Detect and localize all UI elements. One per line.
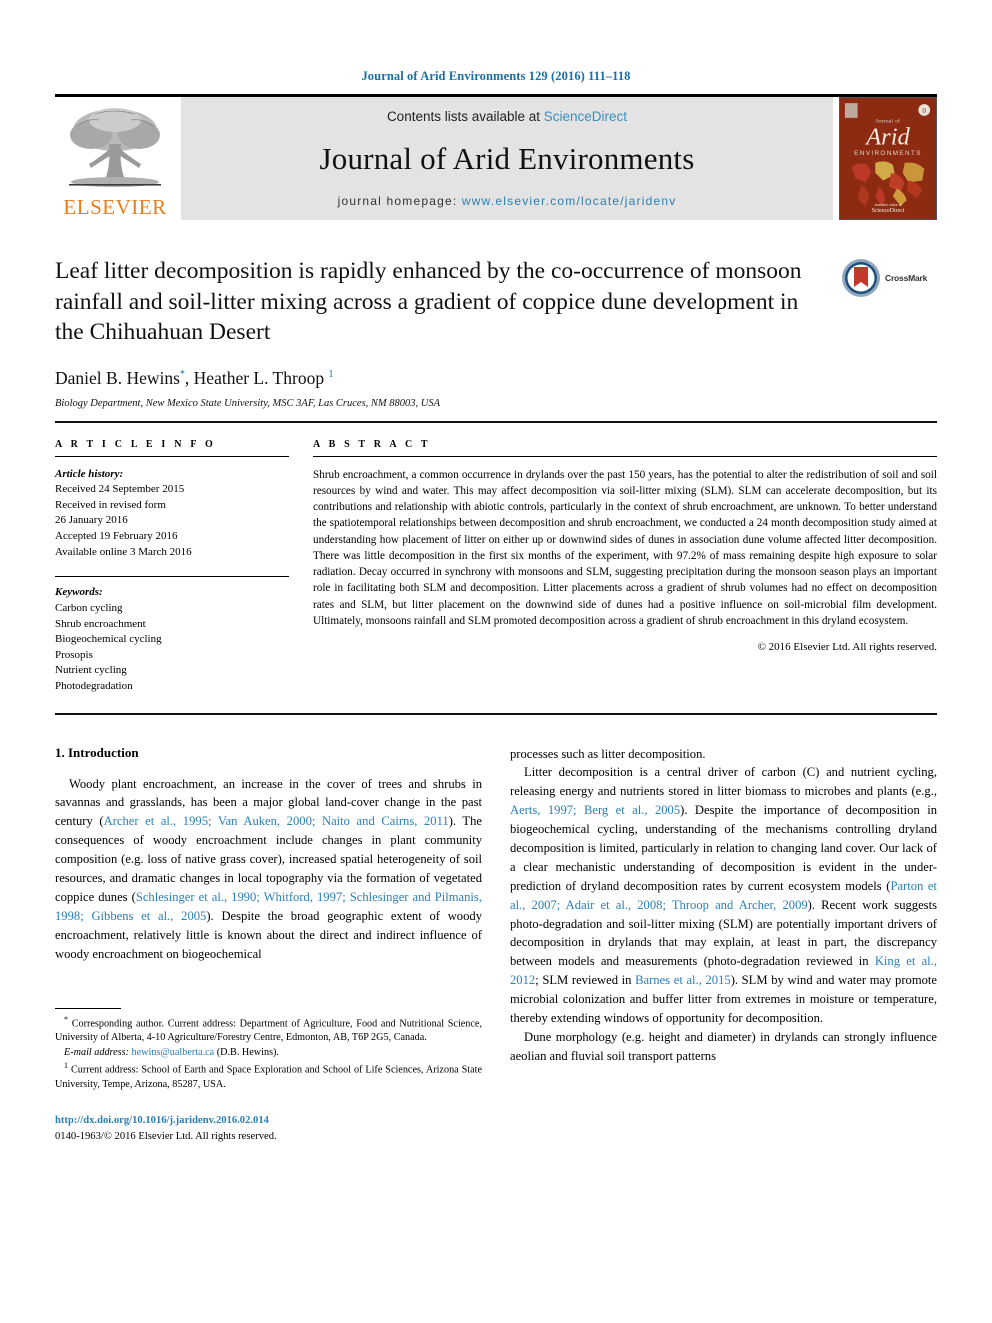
history-item: 26 January 2016 <box>55 514 128 527</box>
journal-masthead: ELSEVIER Contents lists available at Sci… <box>55 97 937 220</box>
abstract-rule <box>313 455 937 457</box>
text-run: (D.B. Hewins). <box>214 1046 279 1058</box>
text-run: ; SLM reviewed in <box>535 973 636 988</box>
keywords-rule <box>55 576 289 578</box>
text-run: Current address: School of Earth and Spa… <box>55 1064 482 1091</box>
author-separator: , <box>184 367 194 388</box>
page-title: Leaf litter decomposition is rapidly enh… <box>55 258 802 346</box>
abstract-column: A B S T R A C T Shrub encroachment, a co… <box>313 439 937 695</box>
journal-homepage-line: journal homepage: www.elsevier.com/locat… <box>338 194 677 208</box>
intro-paragraph-right-2: Dune morphology (e.g. height and diamete… <box>510 1029 937 1063</box>
title-block: Leaf litter decomposition is rapidly enh… <box>55 256 937 348</box>
history-item: Received 24 September 2015 <box>55 483 185 496</box>
sciencedirect-link[interactable]: ScienceDirect <box>544 109 627 124</box>
abstract-text: Shrub encroachment, a common occurrence … <box>313 468 937 627</box>
rule-below-abstract <box>55 712 937 715</box>
cover-sciencedirect-label: ScienceDirect <box>872 208 905 214</box>
keyword-item: Biogeochemical cycling <box>55 633 162 646</box>
keyword-item: Carbon cycling <box>55 601 123 614</box>
intro-paragraph-right-continued: processes such as litter decomposition. <box>510 746 706 761</box>
citation-link[interactable]: Archer et al., 1995; Van Auken, 2000; Na… <box>104 814 449 828</box>
author-2-marker[interactable]: 1 <box>328 369 333 380</box>
elsevier-tree-icon <box>69 108 161 187</box>
crossmark-badge[interactable]: CrossMark <box>841 256 937 298</box>
author-list: Daniel B. Hewins*, Heather L. Throop 1 <box>55 368 937 389</box>
contents-prefix: Contents lists available at <box>386 109 544 124</box>
footnote-corresponding-author: * Corresponding author. Current address:… <box>55 1014 482 1046</box>
article-info-column: A R T I C L E I N F O Article history: R… <box>55 439 313 695</box>
keyword-item: Photodegradation <box>55 679 133 692</box>
keywords-label: Keywords: <box>55 586 103 599</box>
svg-text:0: 0 <box>923 108 927 115</box>
section-heading-introduction: 1. Introduction <box>55 744 139 760</box>
history-item: Available online 3 March 2016 <box>55 545 192 558</box>
paper-page: Journal of Arid Environments 129 (2016) … <box>0 0 992 1323</box>
citation-link[interactable]: Aerts, 1997; Berg et al., 2005 <box>510 803 680 817</box>
email-link[interactable]: hewins@ualberta.ca <box>132 1047 215 1058</box>
keyword-item: Prosopis <box>55 648 93 661</box>
text-run: Corresponding author. Current address: D… <box>55 1017 482 1044</box>
journal-cover-art: 0 Journal of Arid ENVIRONMENTS Available… <box>840 98 936 219</box>
article-history-label: Article history: <box>55 467 124 480</box>
email-label: E-mail address: <box>64 1046 129 1058</box>
rule-below-affiliation <box>55 420 937 423</box>
author-name-2: Heather L. Throop <box>193 367 325 388</box>
homepage-url-link[interactable]: www.elsevier.com/locate/jaridenv <box>462 194 676 208</box>
abstract-copyright: © 2016 Elsevier Ltd. All rights reserved… <box>757 640 937 653</box>
footnote-rule <box>55 1007 121 1009</box>
homepage-prefix: journal homepage: <box>337 194 462 208</box>
footnotes-block: * Corresponding author. Current address:… <box>55 1007 482 1145</box>
intro-paragraph-right-1: Litter decomposition is a central driver… <box>510 763 937 1027</box>
keywords-block: Keywords: Carbon cycling Shrub encroachm… <box>55 585 289 694</box>
citation-link[interactable]: Barnes et al., 2015 <box>635 973 731 987</box>
text-run: Litter decomposition is a central driver… <box>510 765 937 799</box>
footnote-current-address: 1 Current address: School of Earth and S… <box>55 1060 482 1092</box>
info-abstract-row: A R T I C L E I N F O Article history: R… <box>55 439 937 695</box>
body-columns: 1. Introduction Woody plant encroachment… <box>55 745 937 1145</box>
abstract-heading: A B S T R A C T <box>313 438 431 450</box>
svg-text:Arid: Arid <box>864 123 910 150</box>
svg-text:ENVIRONMENTS: ENVIRONMENTS <box>854 150 922 157</box>
contents-available-line: Contents lists available at ScienceDirec… <box>387 109 627 124</box>
keyword-item: Shrub encroachment <box>55 617 146 630</box>
article-history-block: Article history: Received 24 September 2… <box>55 467 289 561</box>
affiliation: Biology Department, New Mexico State Uni… <box>55 397 441 409</box>
issn-copyright-line: 0140-1963/© 2016 Elsevier Ltd. All right… <box>55 1130 277 1142</box>
intro-paragraph-left: Woody plant encroachment, an increase in… <box>55 775 482 964</box>
footnote-email: E-mail address: hewins@ualberta.ca (D.B.… <box>55 1046 482 1060</box>
author-name-1: Daniel B. Hewins <box>55 367 180 388</box>
crossmark-icon <box>842 259 880 297</box>
doi-block: http://dx.doi.org/10.1016/j.jaridenv.201… <box>55 1113 482 1145</box>
body-column-left: 1. Introduction Woody plant encroachment… <box>55 745 482 1145</box>
svg-text:Available online at: Available online at <box>875 203 902 207</box>
crossmark-label: CrossMark <box>885 273 928 283</box>
article-info-rule <box>55 455 289 457</box>
keyword-item: Nutrient cycling <box>55 664 127 677</box>
journal-cover-thumbnail[interactable]: 0 Journal of Arid ENVIRONMENTS Available… <box>839 97 937 220</box>
elsevier-wordmark: ELSEVIER <box>63 195 167 219</box>
masthead-center: Contents lists available at ScienceDirec… <box>181 97 833 220</box>
title-text-wrap: Leaf litter decomposition is rapidly enh… <box>55 256 841 348</box>
article-info-heading: A R T I C L E I N F O <box>55 438 216 450</box>
journal-title: Journal of Arid Environments <box>319 141 695 176</box>
body-column-right: processes such as litter decomposition. … <box>510 745 937 1145</box>
elsevier-logo: ELSEVIER <box>55 97 175 220</box>
history-item: Received in revised form <box>55 498 166 511</box>
running-head: Journal of Arid Environments 129 (2016) … <box>361 69 631 83</box>
history-item: Accepted 19 February 2016 <box>55 530 178 543</box>
doi-link[interactable]: http://dx.doi.org/10.1016/j.jaridenv.201… <box>55 1113 482 1129</box>
